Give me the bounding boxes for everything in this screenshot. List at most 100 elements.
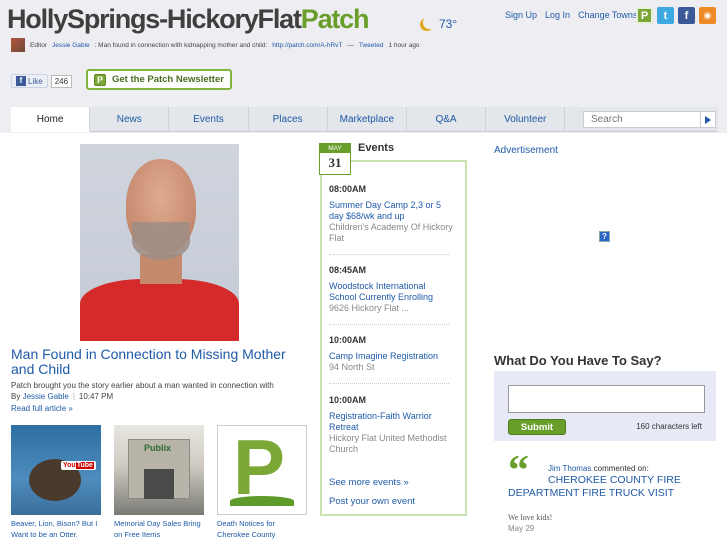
- tab-marketplace[interactable]: Marketplace: [328, 107, 407, 132]
- story-caption[interactable]: Beaver, Lion, Bison? But I Want to be an…: [11, 518, 101, 540]
- event-divider: [329, 324, 449, 325]
- event-item: 08:00AM Summer Day Camp 2,3 or 5 day $68…: [329, 184, 454, 244]
- date-month: MAY: [320, 144, 350, 153]
- tweet-suffix: —: [347, 41, 354, 49]
- event-time: 10:00AM: [329, 335, 367, 345]
- like-label: Like: [28, 76, 43, 86]
- grass-image: [230, 496, 294, 506]
- comment-date: May 29: [508, 524, 535, 533]
- weather-widget[interactable]: 73°: [420, 17, 457, 31]
- tweet-time: 1 hour ago: [388, 41, 420, 49]
- tab-news[interactable]: News: [90, 107, 170, 132]
- byline-by: By: [11, 392, 21, 401]
- store-sign: Publix: [144, 443, 172, 453]
- editor-tweet: Editor Jessie Gable : Man found in conne…: [11, 38, 420, 52]
- tab-home[interactable]: Home: [11, 107, 91, 132]
- search-submit-button[interactable]: [701, 111, 716, 128]
- patch-icon: P: [94, 73, 106, 86]
- site-name-brand: Patch: [300, 4, 370, 34]
- social-links: P t f ◉: [636, 7, 716, 24]
- submit-button[interactable]: Submit: [508, 419, 566, 435]
- characters-left: 160 characters left: [636, 422, 702, 431]
- log-in-link[interactable]: Log In: [545, 10, 570, 20]
- comment-action: commented on:: [593, 464, 649, 473]
- event-time: 08:45AM: [329, 265, 367, 275]
- event-divider: [329, 254, 449, 255]
- event-title-link[interactable]: Summer Day Camp 2,3 or 5 day $68/wk and …: [329, 200, 454, 222]
- commented-article-link[interactable]: CHEROKEE COUNTY FIRE DEPARTMENT FIRE TRU…: [508, 474, 713, 500]
- like-button[interactable]: f Like: [11, 74, 48, 88]
- see-more-events-link[interactable]: See more events »: [329, 477, 409, 488]
- event-title-link[interactable]: Camp Imagine Registration: [329, 351, 454, 362]
- user-links: Sign Up Log In Change Towns: [505, 10, 646, 20]
- newsletter-button[interactable]: P Get the Patch Newsletter: [86, 69, 232, 90]
- lead-story-summary: Patch brought you the story earlier abou…: [11, 381, 274, 390]
- patch-icon[interactable]: P: [636, 7, 653, 24]
- event-item: 10:00AM Camp Imagine Registration 94 Nor…: [329, 335, 454, 373]
- story-thumbnail[interactable]: Publix: [114, 425, 204, 515]
- lead-story-byline: By Jessie Gable | 10:47 PM: [11, 392, 113, 401]
- editor-avatar: [11, 38, 25, 52]
- store-door: [144, 469, 174, 499]
- tweet-text: : Man found in connection with kidnappin…: [94, 41, 268, 49]
- rss-icon[interactable]: ◉: [699, 7, 716, 24]
- tweet-via-link[interactable]: Tweeted: [359, 42, 384, 49]
- story-caption[interactable]: Memorial Day Sales Bring on Free Items: [114, 518, 204, 540]
- event-venue: Hickory Flat United Methodist Church: [329, 433, 447, 454]
- tab-places[interactable]: Places: [249, 107, 328, 132]
- event-title-link[interactable]: Registration-Faith Warrior Retreat: [329, 411, 454, 433]
- tweet-url-link[interactable]: http://patch.com/A-hRvT: [272, 42, 342, 49]
- event-title-link[interactable]: Woodstock International School Currently…: [329, 281, 454, 303]
- tweet-author-link[interactable]: Jessie Gable: [52, 42, 90, 49]
- story-card-death-notices[interactable]: P Death Notices for Cherokee County: [217, 425, 307, 540]
- event-item: 08:45AM Woodstock International School C…: [329, 265, 454, 314]
- advertisement-label[interactable]: Advertisement: [494, 145, 558, 156]
- post-event-link[interactable]: Post your own event: [329, 496, 415, 507]
- author-link[interactable]: Jessie Gable: [23, 392, 69, 401]
- search-box: [583, 111, 716, 128]
- event-venue: Children's Academy Of Hickory Flat: [329, 222, 453, 243]
- site-name-prefix: HollySprings-HickoryFlat: [7, 4, 302, 34]
- twitter-icon[interactable]: t: [657, 7, 674, 24]
- commenter-link[interactable]: Jim Thomas: [548, 464, 591, 473]
- lead-story-time: 10:47 PM: [78, 392, 114, 401]
- byline-separator: |: [72, 392, 75, 401]
- moon-icon: [423, 16, 436, 29]
- broken-image-icon: ?: [599, 231, 610, 242]
- facebook-icon: f: [16, 76, 26, 86]
- story-card-memorial-day[interactable]: Publix Memorial Day Sales Bring on Free …: [114, 425, 204, 540]
- tab-qa[interactable]: Q&A: [407, 107, 487, 132]
- site-header: HollySprings-HickoryFlatPatch 73° Sign U…: [0, 0, 727, 100]
- comment-textarea[interactable]: [508, 385, 705, 413]
- facebook-like: f Like 246: [11, 74, 73, 88]
- calendar-date-icon: MAY 31: [319, 143, 351, 175]
- story-card-otter[interactable]: YouTube Beaver, Lion, Bison? But I Want …: [11, 425, 101, 540]
- change-towns-label: Change Towns: [578, 10, 638, 20]
- sign-up-link[interactable]: Sign Up: [505, 10, 537, 20]
- read-full-article-link[interactable]: Read full article »: [11, 404, 73, 413]
- photo-beard: [132, 222, 190, 260]
- story-thumbnail[interactable]: YouTube: [11, 425, 101, 515]
- main-content: Man Found in Connection to Missing Mothe…: [0, 133, 727, 545]
- lead-story-photo[interactable]: [80, 144, 239, 341]
- search-input[interactable]: [583, 111, 701, 128]
- tab-volunteer[interactable]: Volunteer: [486, 107, 566, 132]
- comment-meta: Jim Thomas commented on:: [548, 464, 713, 473]
- story-caption[interactable]: Death Notices for Cherokee County: [217, 518, 307, 540]
- newsletter-label: Get the Patch Newsletter: [112, 74, 224, 85]
- youtube-icon: YouTube: [61, 461, 96, 470]
- photo-shirt: [80, 279, 239, 341]
- site-logo[interactable]: HollySprings-HickoryFlatPatch: [7, 4, 370, 35]
- temperature: 73°: [439, 17, 458, 31]
- tab-events[interactable]: Events: [169, 107, 249, 132]
- comment-form-heading: What Do You Have To Say?: [494, 353, 662, 368]
- event-time: 08:00AM: [329, 184, 367, 194]
- date-day: 31: [328, 155, 342, 170]
- event-divider: [329, 383, 449, 384]
- facebook-icon[interactable]: f: [678, 7, 695, 24]
- events-heading: Events: [358, 142, 395, 154]
- event-item: 10:00AM Registration-Faith Warrior Retre…: [329, 395, 454, 455]
- lead-story-title[interactable]: Man Found in Connection to Missing Mothe…: [11, 347, 311, 377]
- tweet-label: Editor: [30, 41, 47, 49]
- story-thumbnail[interactable]: P: [217, 425, 307, 515]
